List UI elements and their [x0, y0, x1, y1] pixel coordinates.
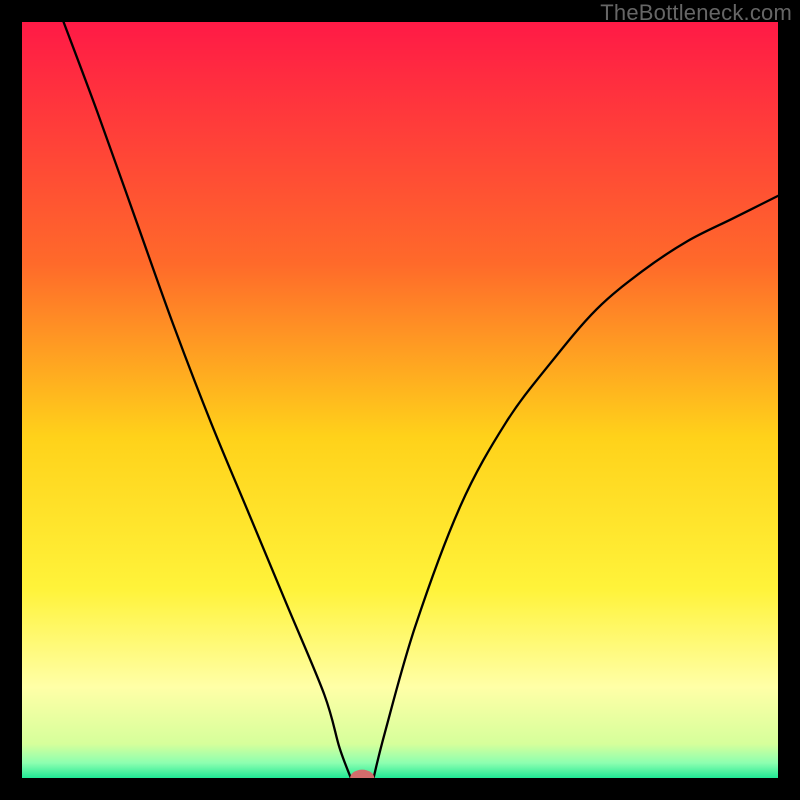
gradient-background	[22, 22, 778, 778]
chart-svg	[22, 22, 778, 778]
plot-area	[22, 22, 778, 778]
chart-stage: TheBottleneck.com	[0, 0, 800, 800]
